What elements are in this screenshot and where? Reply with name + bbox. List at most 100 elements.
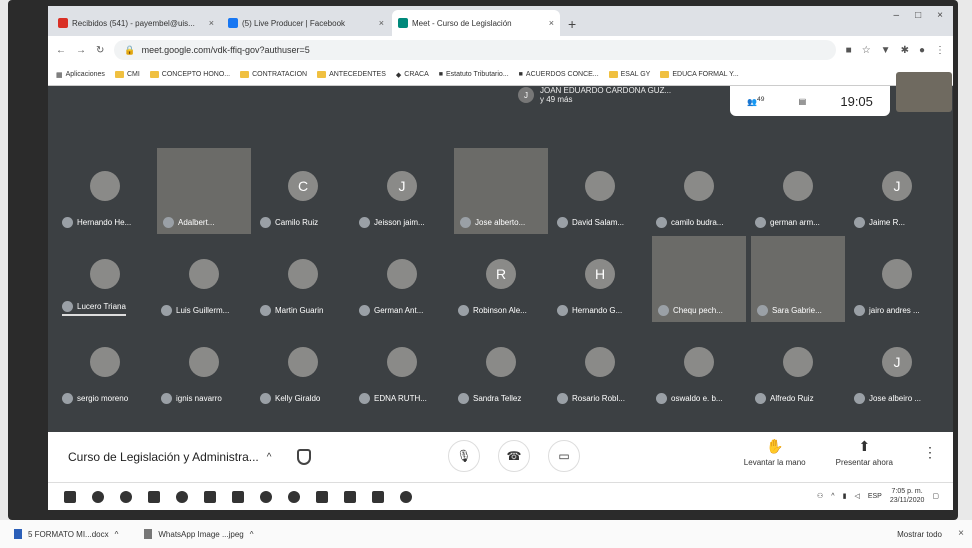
participant-tile[interactable]: Luis Guillerm... [155, 236, 253, 322]
participant-tile[interactable]: Jose alberto... [454, 148, 548, 234]
bookmark-item[interactable]: ESAL GY [608, 71, 650, 78]
raise-hand-button[interactable]: ✋ Levantar la mano [744, 438, 806, 467]
bookmark-item[interactable]: CONCEPTO HONO... [149, 71, 230, 78]
participant-tile[interactable]: Sara Gabrie... [751, 236, 845, 322]
close-tab-icon[interactable]: × [209, 18, 214, 28]
participant-name: German Ant... [374, 306, 424, 315]
bookmark-item[interactable]: ◆ CRACA [396, 71, 429, 79]
task-view-icon[interactable] [148, 490, 160, 503]
participant-tile[interactable]: german arm... [749, 148, 847, 234]
participant-tile[interactable]: Kelly Giraldo [254, 324, 352, 410]
download-item[interactable]: 5 FORMATO MI...docx ^ [14, 529, 118, 539]
participant-tile[interactable]: Sandra Tellez [452, 324, 550, 410]
shield-ext-icon[interactable]: ▼ [881, 45, 891, 56]
people-icon[interactable]: ⚇ [817, 492, 823, 500]
participant-tile[interactable]: C Camilo Ruiz [254, 148, 352, 234]
participant-tile[interactable]: camilo budra... [650, 148, 748, 234]
participant-tile[interactable]: H Hernando G... [551, 236, 649, 322]
app-icon[interactable] [372, 490, 384, 503]
language-indicator[interactable]: ESP [868, 493, 882, 500]
bookmark-apps[interactable]: ▦ Aplicaciones [56, 71, 105, 79]
volume-icon[interactable]: ◁ [854, 492, 859, 500]
camera-button[interactable]: ▭ [548, 440, 580, 472]
participant-tile[interactable]: David Salam... [551, 148, 649, 234]
cortana-icon[interactable] [120, 490, 132, 503]
participant-tile[interactable]: oswaldo e. b... [650, 324, 748, 410]
participant-tile[interactable]: Hernando He... [56, 148, 154, 234]
participant-tile[interactable]: Rosario Robl... [551, 324, 649, 410]
app-icon[interactable] [176, 490, 188, 503]
tab-meet[interactable]: Meet - Curso de Legislación × [392, 10, 560, 36]
close-tab-icon[interactable]: × [379, 18, 384, 28]
tab-facebook[interactable]: (5) Live Producer | Facebook × [222, 10, 390, 36]
chevron-up-icon[interactable]: ^ [250, 530, 254, 539]
close-window-button[interactable]: × [937, 10, 943, 21]
bookmark-item[interactable]: EDUCA FORMAL Y... [660, 71, 739, 78]
participant-tile[interactable]: Adalbert... [157, 148, 251, 234]
chat-icon[interactable]: ▤ [799, 97, 807, 106]
edge-icon[interactable] [288, 490, 300, 503]
bookmark-item[interactable]: ■ ACUERDOS CONCE... [519, 71, 599, 78]
participant-tile[interactable]: J Jose albeiro ... [848, 324, 946, 410]
forward-icon[interactable]: → [76, 45, 86, 56]
participant-avatar [783, 347, 813, 377]
profile-icon[interactable]: ● [919, 45, 925, 56]
meet-stage: J JOAN EDUARDO CARDONA GUZ... y 49 más 👥… [48, 72, 953, 432]
explorer-icon[interactable] [316, 490, 328, 503]
maximize-button[interactable]: □ [915, 10, 921, 21]
host-controls-icon[interactable] [297, 449, 312, 465]
star-icon[interactable]: ☆ [862, 45, 871, 56]
chevron-up-icon[interactable]: ^ [115, 530, 119, 539]
participant-tile[interactable]: Chequ pech... [652, 236, 746, 322]
participant-tile[interactable]: Martin Guarin [254, 236, 352, 322]
bookmark-item[interactable]: ANTECEDENTES [317, 71, 386, 78]
present-button[interactable]: ⬆ Presentar ahora [836, 438, 893, 467]
clock[interactable]: 7:05 p. m. 23/11/2020 [890, 487, 925, 505]
participant-name-row: Lucero Triana [62, 301, 126, 316]
close-icon[interactable]: × [958, 528, 964, 539]
app-icon[interactable] [232, 490, 244, 503]
participant-tile[interactable]: German Ant... [353, 236, 451, 322]
hangup-button[interactable]: ☎ [498, 440, 530, 472]
participant-tile[interactable]: sergio moreno [56, 324, 154, 410]
app-icon[interactable] [400, 490, 412, 503]
chevron-up-icon[interactable]: ^ [267, 452, 272, 463]
bookmark-item[interactable]: CONTRATACION [240, 71, 307, 78]
participant-tile[interactable]: ignis navarro [155, 324, 253, 410]
notifications-icon[interactable]: ▢ [932, 492, 939, 500]
reload-icon[interactable]: ↻ [96, 45, 104, 56]
participant-tile[interactable]: J Jaime R... [848, 148, 946, 234]
address-bar[interactable]: 🔒 meet.google.com/vdk-ffiq-gov?authuser=… [114, 40, 836, 60]
minimize-button[interactable]: – [894, 10, 900, 21]
start-icon[interactable] [64, 490, 76, 503]
download-item[interactable]: WhatsApp Image ...jpeg ^ [144, 529, 254, 539]
show-all-downloads-button[interactable]: Mostrar todo [897, 530, 942, 539]
participant-tile[interactable]: R Robinson Ale... [452, 236, 550, 322]
participant-name: Hernando He... [77, 218, 132, 227]
meeting-title[interactable]: Curso de Legislación y Administra... [68, 450, 259, 464]
puzzle-icon[interactable]: ✱ [901, 45, 909, 56]
mic-muted-icon [260, 305, 271, 316]
new-tab-button[interactable]: + [562, 16, 582, 36]
bookmark-item[interactable]: CMI [114, 71, 140, 78]
chrome-icon[interactable] [260, 490, 272, 503]
network-icon[interactable]: ▮ [843, 492, 847, 500]
close-tab-icon[interactable]: × [549, 18, 554, 28]
participant-tile[interactable]: jairo andres ... [848, 236, 946, 322]
menu-icon[interactable]: ⋮ [935, 45, 945, 56]
more-options-icon[interactable]: ⋮ [923, 444, 937, 461]
participant-tile[interactable]: Lucero Triana [56, 236, 154, 322]
back-icon[interactable]: ← [56, 45, 66, 56]
search-icon[interactable] [92, 490, 104, 503]
participant-tile[interactable]: EDNA RUTH... [353, 324, 451, 410]
camera-icon[interactable]: ■ [846, 45, 852, 56]
app-icon[interactable] [204, 490, 216, 503]
participant-tile[interactable]: J Jeisson jaim... [353, 148, 451, 234]
word-icon[interactable] [344, 490, 356, 503]
participants-button[interactable]: 👥49 [747, 96, 764, 107]
chevron-up-icon[interactable]: ^ [831, 493, 834, 500]
mic-button[interactable]: 🎙 [448, 440, 480, 472]
bookmark-item[interactable]: ■ Estatuto Tributario... [439, 71, 509, 78]
tab-gmail[interactable]: Recibidos (541) - payembel@uis... × [52, 10, 220, 36]
participant-tile[interactable]: Alfredo Ruiz [749, 324, 847, 410]
